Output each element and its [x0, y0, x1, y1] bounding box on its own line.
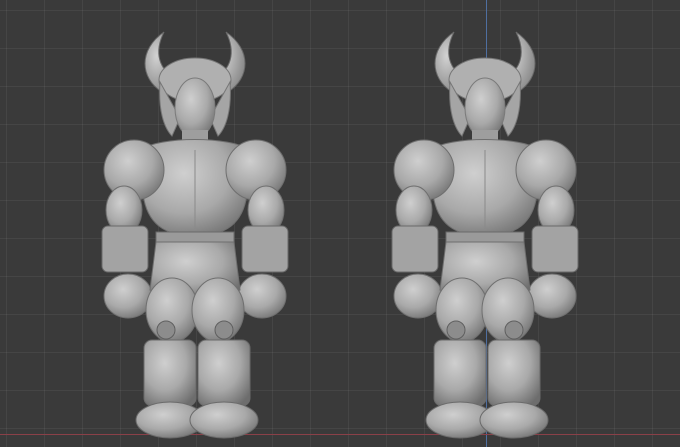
3d-viewport[interactable]: [0, 0, 680, 447]
model-left[interactable]: [60, 0, 330, 447]
model-right[interactable]: [340, 0, 630, 447]
